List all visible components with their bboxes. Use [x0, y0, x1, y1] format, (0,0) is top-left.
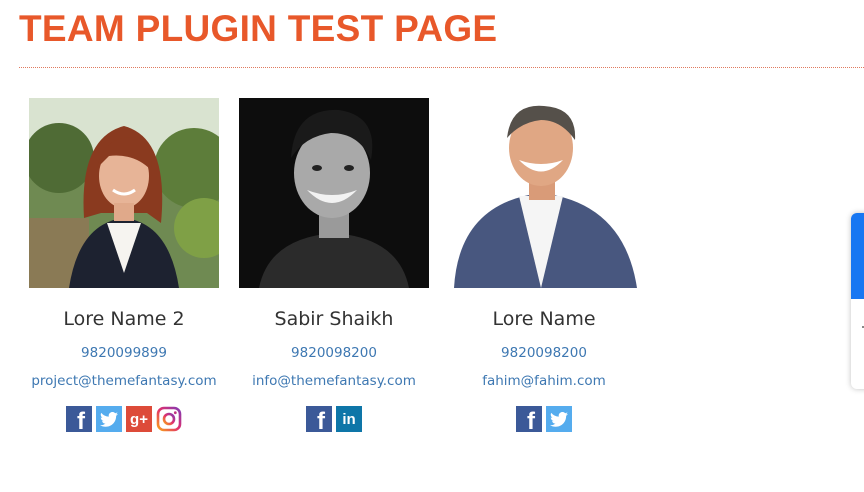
linkedin-icon[interactable]: in: [336, 406, 362, 432]
social-links: f g+: [29, 406, 219, 435]
title-divider: [19, 67, 864, 68]
member-name: Lore Name: [492, 308, 596, 330]
member-name: Sabir Shaikh: [274, 308, 394, 330]
chat-widget-header[interactable]: [851, 213, 864, 299]
member-email-link[interactable]: info@themefantasy.com: [239, 372, 429, 390]
facebook-icon[interactable]: f: [516, 406, 542, 435]
team-member-card: Lore Name 9820098200 fahim@fahim.com f: [449, 98, 639, 435]
facebook-icon[interactable]: f: [66, 406, 92, 435]
member-name: Lore Name 2: [63, 308, 185, 330]
social-links: f in: [239, 406, 429, 435]
member-phone-link[interactable]: 9820099899: [29, 344, 219, 362]
member-email-link[interactable]: fahim@fahim.com: [449, 372, 639, 390]
twitter-icon[interactable]: [546, 406, 572, 432]
member-phone-link[interactable]: 9820098200: [449, 344, 639, 362]
member-email-link[interactable]: project@themefantasy.com: [29, 372, 219, 390]
google-plus-icon[interactable]: g+: [126, 406, 152, 432]
member-phone-link[interactable]: 9820098200: [239, 344, 429, 362]
team-member-card: Lore Name 2 9820099899 project@themefant…: [29, 98, 219, 435]
instagram-icon[interactable]: [156, 406, 182, 432]
social-links: f: [449, 406, 639, 435]
member-photo: [29, 98, 219, 288]
member-photo: [449, 98, 639, 288]
member-photo: [239, 98, 429, 288]
chat-widget-panel[interactable]: [851, 213, 864, 389]
twitter-icon[interactable]: [96, 406, 122, 432]
facebook-icon[interactable]: f: [306, 406, 332, 435]
team-member-card: Sabir Shaikh 9820098200 info@themefantas…: [239, 98, 429, 435]
page-title: TEAM PLUGIN TEST PAGE: [19, 8, 498, 49]
